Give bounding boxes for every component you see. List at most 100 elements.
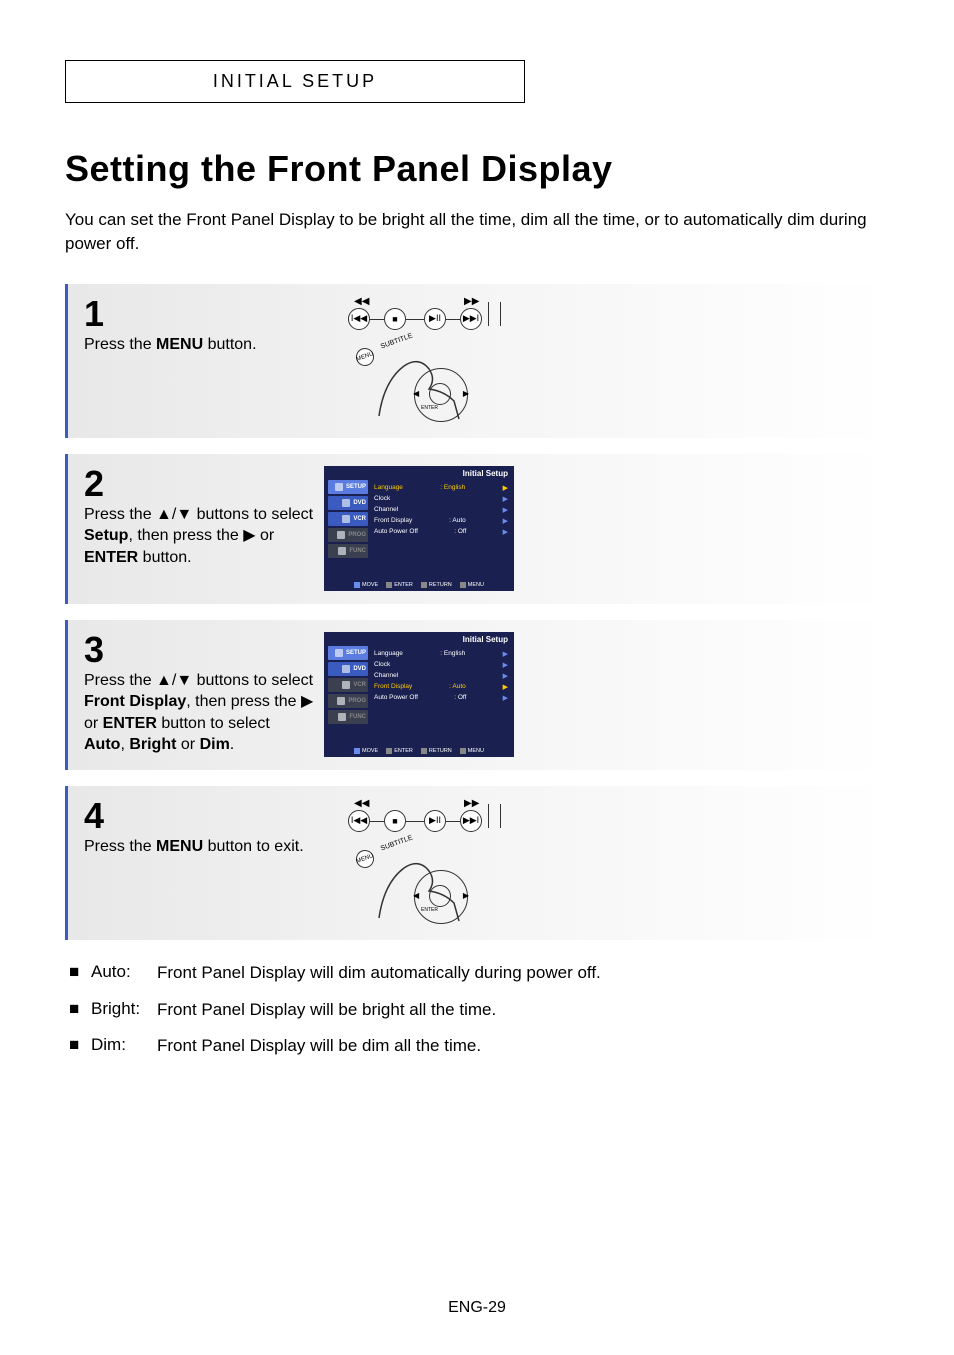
step-3: 3 Press the ▲/▼ buttons to select Front … bbox=[65, 620, 889, 770]
t: , bbox=[120, 736, 129, 753]
bullet-label: Auto: bbox=[91, 962, 157, 985]
enter-icon bbox=[386, 582, 392, 588]
step-3-graphic: Initial Setup SETUP DVD VCR PROG FUNC La… bbox=[314, 632, 873, 758]
chevron-right-icon: ▶ bbox=[503, 672, 508, 680]
step-4: 4 Press the MENU button to exit. ◀◀ ▶▶ I… bbox=[65, 786, 889, 940]
return-icon bbox=[421, 748, 427, 754]
menu-footer: MOVE ENTER RETURN MENU bbox=[324, 748, 514, 754]
step-3-text: 3 Press the ▲/▼ buttons to select Front … bbox=[84, 632, 314, 758]
grid-icon bbox=[338, 713, 346, 721]
b: ENTER bbox=[84, 549, 138, 566]
menu-item-clock: Clock▶ bbox=[374, 493, 508, 504]
bullet-desc: Front Panel Display will dim automatical… bbox=[157, 962, 889, 985]
menu-screen-3: Initial Setup SETUP DVD VCR PROG FUNC La… bbox=[324, 632, 514, 757]
page-title: Setting the Front Panel Display bbox=[65, 148, 889, 190]
menu-item-clock: Clock▶ bbox=[374, 659, 508, 670]
step-4-number: 4 bbox=[84, 798, 314, 834]
next-button-icon: ▶▶I bbox=[460, 308, 482, 330]
menu-items: Language: English▶ Clock▶ Channel▶ Front… bbox=[374, 482, 508, 537]
hand-thumb-icon bbox=[374, 341, 474, 421]
next-button-icon: ▶▶I bbox=[460, 810, 482, 832]
stop-button-icon: ■ bbox=[384, 810, 406, 832]
section-header: INITIAL SETUP bbox=[213, 71, 377, 91]
b: Dim bbox=[200, 736, 230, 753]
b: Setup bbox=[84, 527, 128, 544]
menu-screen-2: Initial Setup SETUP DVD VCR PROG FUNC La… bbox=[324, 466, 514, 591]
bullet-icon: ■ bbox=[69, 999, 91, 1022]
tab-dvd: DVD bbox=[328, 496, 368, 510]
step-1-post: button. bbox=[203, 336, 256, 353]
options-list: ■ Auto: Front Panel Display will dim aut… bbox=[65, 962, 889, 1059]
t: , then press the ▶ or bbox=[128, 527, 274, 544]
menu-item-language: Language: English▶ bbox=[374, 482, 508, 493]
step-4-instruction: Press the MENU button to exit. bbox=[84, 836, 314, 858]
menu-title: Initial Setup bbox=[463, 469, 508, 478]
step-4-graphic: ◀◀ ▶▶ I◀◀ ■ ▶II ▶▶I SUBTITLE MENU ◀ ▶ EN… bbox=[314, 798, 873, 928]
return-icon bbox=[421, 582, 427, 588]
chevron-right-icon: ▶ bbox=[503, 650, 508, 658]
remote-illustration: ◀◀ ▶▶ I◀◀ ■ ▶II ▶▶I SUBTITLE MENU ◀ ▶ EN… bbox=[324, 798, 514, 928]
chevron-right-icon: ▶ bbox=[503, 528, 508, 536]
grid-icon bbox=[338, 547, 346, 555]
tab-func: FUNC bbox=[328, 544, 368, 558]
t: Press the ▲/▼ buttons to select bbox=[84, 672, 313, 689]
menu-item-language: Language: English▶ bbox=[374, 648, 508, 659]
menu-tabs: SETUP DVD VCR PROG FUNC bbox=[328, 480, 368, 560]
page-number: ENG-29 bbox=[0, 1299, 954, 1317]
step-2-graphic: Initial Setup SETUP DVD VCR PROG FUNC La… bbox=[314, 466, 873, 592]
b: Front Display bbox=[84, 693, 186, 710]
menu-icon bbox=[460, 582, 466, 588]
step-1-instruction: Press the MENU button. bbox=[84, 334, 314, 356]
bullet-bright: ■ Bright: Front Panel Display will be br… bbox=[69, 999, 889, 1022]
menu-item-auto-power-off: Auto Power Off: Off▶ bbox=[374, 526, 508, 537]
t: button to select bbox=[157, 715, 270, 732]
chevron-right-icon: ▶ bbox=[503, 683, 508, 691]
forward-icon: ▶▶ bbox=[464, 296, 479, 307]
tape-icon bbox=[342, 681, 350, 689]
tape-icon bbox=[342, 515, 350, 523]
menu-item-channel: Channel▶ bbox=[374, 504, 508, 515]
remote-illustration: ◀◀ ▶▶ I◀◀ ■ ▶II ▶▶I SUBTITLE MENU ◀ ▶ EN… bbox=[324, 296, 514, 426]
tab-prog: PROG bbox=[328, 528, 368, 542]
b: ENTER bbox=[103, 715, 157, 732]
move-icon bbox=[354, 748, 360, 754]
t: or bbox=[176, 736, 199, 753]
play-pause-button-icon: ▶II bbox=[424, 810, 446, 832]
t: Press the ▲/▼ buttons to select bbox=[84, 506, 313, 523]
menu-item-auto-power-off: Auto Power Off: Off▶ bbox=[374, 692, 508, 703]
bullet-icon: ■ bbox=[69, 1035, 91, 1058]
rewind-icon: ◀◀ bbox=[354, 798, 369, 809]
step-4-post: button to exit. bbox=[203, 838, 304, 855]
enter-icon bbox=[386, 748, 392, 754]
hand-thumb-icon bbox=[374, 843, 474, 923]
step-1-number: 1 bbox=[84, 296, 314, 332]
step-4-pre: Press the bbox=[84, 838, 156, 855]
step-2-instruction: Press the ▲/▼ buttons to select Setup, t… bbox=[84, 504, 314, 569]
play-pause-button-icon: ▶II bbox=[424, 308, 446, 330]
b: Auto bbox=[84, 736, 120, 753]
step-3-instruction: Press the ▲/▼ buttons to select Front Di… bbox=[84, 670, 314, 756]
intro-paragraph: You can set the Front Panel Display to b… bbox=[65, 208, 889, 256]
tab-dvd: DVD bbox=[328, 662, 368, 676]
step-2: 2 Press the ▲/▼ buttons to select Setup,… bbox=[65, 454, 889, 604]
chevron-right-icon: ▶ bbox=[503, 694, 508, 702]
bullet-desc: Front Panel Display will be bright all t… bbox=[157, 999, 889, 1022]
prev-button-icon: I◀◀ bbox=[348, 810, 370, 832]
chevron-right-icon: ▶ bbox=[503, 495, 508, 503]
chevron-right-icon: ▶ bbox=[503, 517, 508, 525]
menu-icon bbox=[460, 748, 466, 754]
disc-icon bbox=[342, 665, 350, 673]
step-3-number: 3 bbox=[84, 632, 314, 668]
step-4-bold: MENU bbox=[156, 838, 203, 855]
bullet-desc: Front Panel Display will be dim all the … bbox=[157, 1035, 889, 1058]
bullet-icon: ■ bbox=[69, 962, 91, 985]
tab-func: FUNC bbox=[328, 710, 368, 724]
menu-item-channel: Channel▶ bbox=[374, 670, 508, 681]
menu-item-front-display: Front Display: Auto▶ bbox=[374, 681, 508, 692]
bullet-label: Dim: bbox=[91, 1035, 157, 1058]
step-1-text: 1 Press the MENU button. bbox=[84, 296, 314, 426]
menu-footer: MOVE ENTER RETURN MENU bbox=[324, 582, 514, 588]
prev-button-icon: I◀◀ bbox=[348, 308, 370, 330]
rewind-icon: ◀◀ bbox=[354, 296, 369, 307]
tab-setup: SETUP bbox=[328, 480, 368, 494]
